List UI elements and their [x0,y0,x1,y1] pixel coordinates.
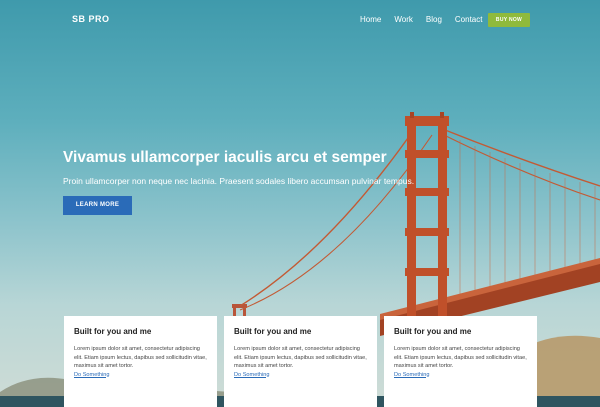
hero-subtitle: Proin ullamcorper non neque nec lacinia.… [63,176,415,186]
card-body: Lorem ipsum dolor sit amet, consectetur … [394,346,527,369]
hero-title: Vivamus ullamcorper iaculis arcu et semp… [63,149,387,166]
hero-section: SB PRO Home Work Blog Contact BUY NOW Vi… [0,0,600,407]
buy-now-button[interactable]: BUY NOW [488,13,530,27]
brand-logo[interactable]: SB PRO [72,14,110,24]
card-title: Built for you and me [394,327,472,336]
feature-card: Built for you and me Lorem ipsum dolor s… [64,316,217,407]
nav-link-home[interactable]: Home [360,15,381,24]
card-link[interactable]: Do Something [394,371,527,380]
nav-link-work[interactable]: Work [394,15,413,24]
card-body: Lorem ipsum dolor sit amet, consectetur … [234,346,367,369]
nav-link-blog[interactable]: Blog [426,15,442,24]
nav-links: Home Work Blog Contact [360,15,495,24]
card-title: Built for you and me [234,327,312,336]
feature-card: Built for you and me Lorem ipsum dolor s… [384,316,537,407]
card-body: Lorem ipsum dolor sit amet, consectetur … [74,346,207,369]
nav-link-contact[interactable]: Contact [455,15,483,24]
card-link[interactable]: Do Something [74,371,207,380]
learn-more-button[interactable]: LEARN MORE [63,196,132,215]
card-title: Built for you and me [74,327,152,336]
card-link[interactable]: Do Something [234,371,367,380]
top-navbar: SB PRO Home Work Blog Contact BUY NOW [0,0,600,40]
feature-card: Built for you and me Lorem ipsum dolor s… [224,316,377,407]
